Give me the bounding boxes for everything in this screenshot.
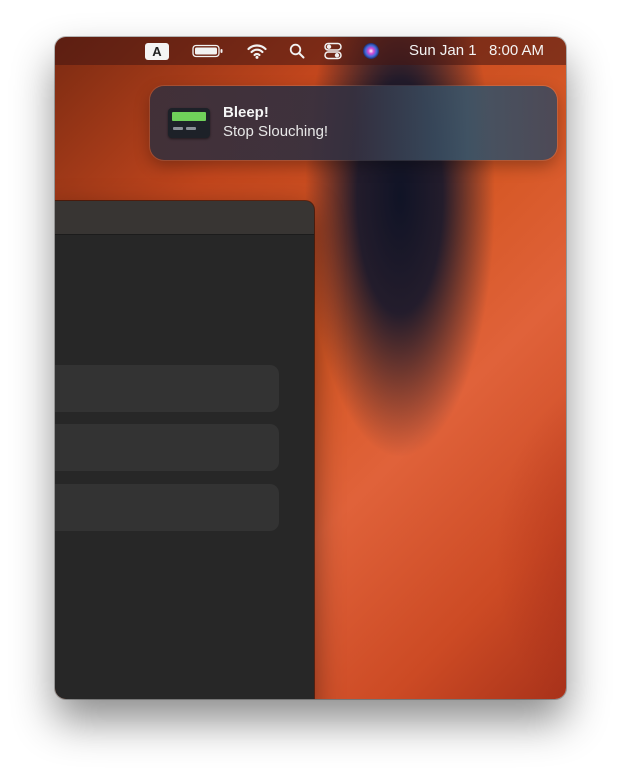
notification-body: Stop Slouching! [223,123,329,140]
spotlight-menu[interactable] [283,37,311,65]
menubar-date[interactable]: Sun Jan 1 [409,37,477,65]
pager-icon [168,108,210,138]
app-window [55,201,314,699]
input-source-menu[interactable]: A [143,37,171,65]
menu-bar: A Sun Jan 1 8:00 AM [55,37,566,65]
notification-banner[interactable]: Bleep! Stop Slouching! [150,86,557,160]
list-item[interactable] [55,424,279,471]
search-icon [289,43,305,59]
battery-menu[interactable] [190,37,226,65]
battery-icon [192,44,223,58]
list-item[interactable] [55,484,279,531]
notification-title: Bleep! [223,104,269,121]
window-titlebar[interactable] [55,201,314,235]
wifi-icon [247,44,267,59]
menubar-time[interactable]: 8:00 AM [489,37,544,65]
siri-icon [363,43,379,59]
control-center-icon [324,42,342,60]
wifi-menu[interactable] [243,37,271,65]
desktop: A Sun Jan 1 8:00 AM Bleep! Stop Slouchin… [55,37,566,699]
control-center-menu[interactable] [319,37,347,65]
input-source-badge: A [145,42,169,60]
list-item[interactable] [55,365,279,412]
siri-menu[interactable] [357,37,385,65]
